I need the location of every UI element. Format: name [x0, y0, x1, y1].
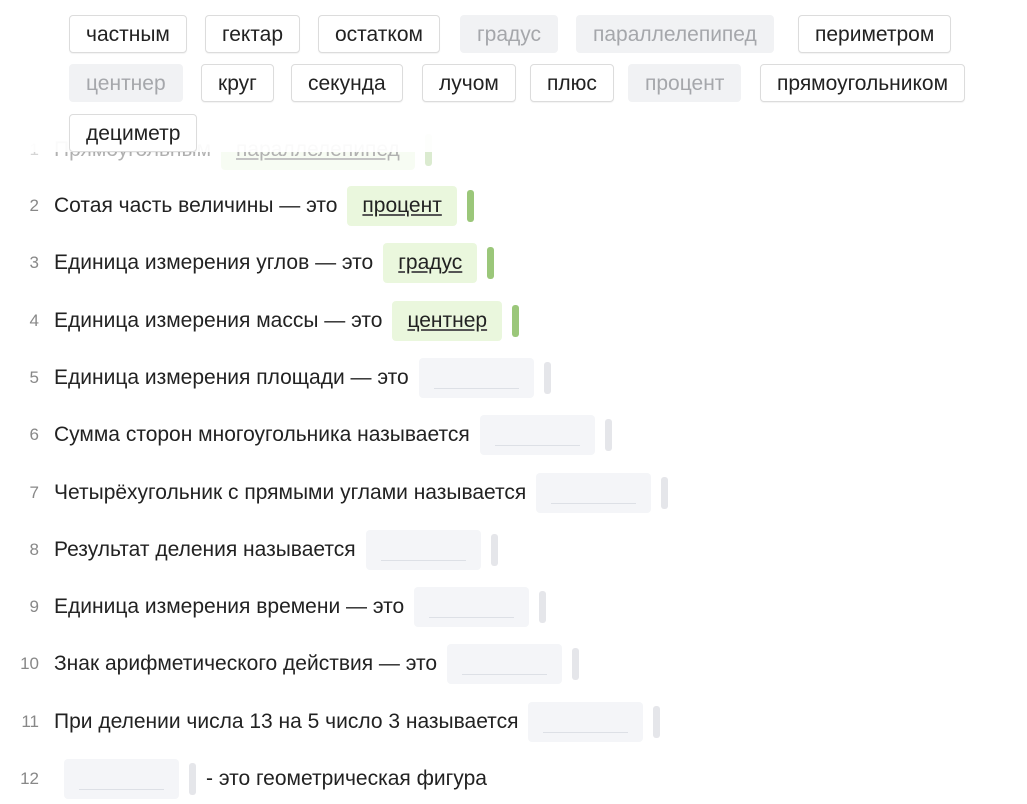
answer-slot[interactable]: [414, 587, 530, 628]
sentence-row: 6 Сумма сторон многоугольника называется: [0, 413, 612, 457]
word-chip[interactable]: частным: [69, 15, 187, 53]
answer-slot[interactable]: градус: [383, 243, 478, 284]
answer-slot[interactable]: [64, 759, 179, 799]
answer-slot[interactable]: [536, 472, 652, 513]
status-indicator: [653, 705, 661, 738]
sentence-row: 11 При делении числа 13 на 5 число 3 назы…: [0, 700, 661, 744]
sentence-text: Единица измерения времени — это: [54, 595, 405, 619]
sentence-text: Знак арифметического действия — это: [54, 652, 438, 676]
sentence-row: 9 Единица измерения времени — это: [0, 585, 547, 629]
row-number: 2: [29, 196, 39, 215]
sentence-text: Единица измерения площади — это: [54, 365, 409, 389]
correct-indicator: [512, 304, 520, 337]
answer-slot[interactable]: [447, 644, 563, 685]
answer-slot[interactable]: центнер: [392, 300, 503, 341]
sentence-row: 7 Четырёхугольник с прямыми углами называ…: [0, 471, 669, 515]
word-chip[interactable]: секунда: [291, 64, 403, 102]
word-chip[interactable]: лучом: [422, 64, 516, 102]
sentence-text: Сотая часть величины — это: [54, 194, 338, 217]
word-chip-used: процент: [628, 64, 742, 102]
correct-indicator: [487, 247, 495, 280]
word-chip-used: параллелепипед: [576, 15, 774, 53]
word-chip-used: градус: [460, 15, 559, 53]
correct-indicator: [466, 190, 474, 222]
status-indicator: [543, 361, 551, 394]
status-indicator: [189, 763, 196, 795]
sentence-row: 5 Единица измерения площади — это: [0, 356, 551, 400]
status-indicator: [490, 533, 498, 566]
answer-slot[interactable]: процент: [347, 186, 457, 226]
row-number: 10: [20, 654, 39, 674]
word-chip[interactable]: остатком: [318, 15, 440, 53]
row-number: 5: [29, 367, 39, 387]
row-number: 9: [29, 597, 39, 617]
row-number: 4: [29, 310, 39, 330]
sentence-row: 8 Результат деления называется: [0, 528, 498, 572]
word-chip-used: центнер: [69, 64, 183, 102]
row-number: 7: [29, 482, 39, 502]
answer-slot[interactable]: [418, 357, 534, 398]
word-chip[interactable]: гектар: [205, 15, 301, 53]
word-chip[interactable]: периметром: [798, 15, 952, 53]
word-chip[interactable]: плюс: [530, 64, 614, 102]
status-indicator: [661, 476, 669, 509]
sentence-row: 2 Сотая часть величины — это процент: [0, 184, 474, 228]
sentence-row: 10 Знак арифметического действия — это: [0, 642, 580, 686]
row-number: 3: [29, 253, 39, 273]
sentence-text: Единица измерения углов — это: [54, 251, 374, 275]
row-number: 8: [29, 539, 39, 559]
answer-slot[interactable]: [528, 701, 644, 742]
sentence-text: Сумма сторон многоугольника называется: [54, 423, 470, 447]
sentence-text: Результат деления называется: [54, 537, 356, 561]
word-chip[interactable]: прямоугольником: [760, 64, 966, 102]
row-number: 6: [29, 425, 39, 445]
sentence-text: Четырёхугольник с прямыми углами называе…: [54, 480, 527, 504]
answer-slot[interactable]: [365, 529, 481, 570]
sentence-text: Единица измерения массы — это: [54, 308, 383, 332]
row-number: 11: [21, 711, 39, 731]
status-indicator: [539, 591, 547, 624]
word-chip[interactable]: круг: [201, 64, 274, 102]
word-bank: частным гектар остатком градус параллеле…: [0, 0, 1027, 152]
sentence-row: 4 Единица измерения массы — это центнер: [0, 299, 520, 343]
row-number: 12: [20, 769, 39, 788]
sentence-row: 3 Единица измерения углов — это градус: [0, 241, 495, 285]
answer-slot[interactable]: [479, 415, 595, 456]
sentence-text: - это геометрическая фигура: [206, 767, 487, 790]
sentence-row: 12 - это геометрическая фигура: [0, 757, 487, 801]
status-indicator: [604, 419, 612, 452]
sentence-text: При делении числа 13 на 5 число 3 называ…: [54, 709, 519, 733]
word-chip[interactable]: дециметр: [69, 114, 198, 152]
status-indicator: [572, 648, 580, 681]
